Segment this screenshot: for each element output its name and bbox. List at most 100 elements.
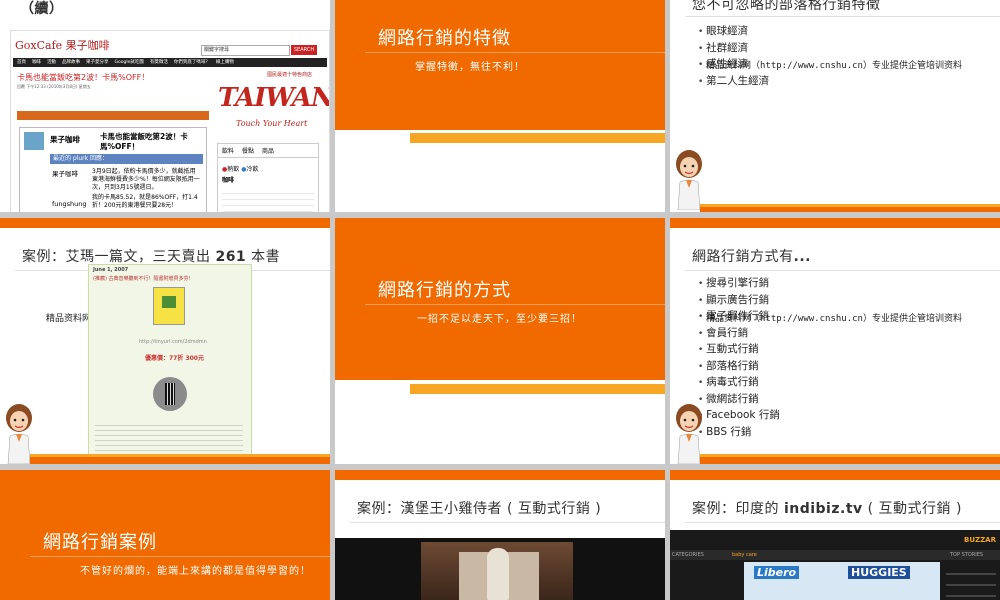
nav-item[interactable]: Google試吃團 <box>115 58 144 67</box>
nav-item[interactable]: 果子愛分享 <box>86 58 109 67</box>
top-accent <box>0 218 330 228</box>
bullet-item: 互動式行銷 <box>698 342 780 359</box>
search-button[interactable]: SEARCH <box>291 45 317 55</box>
plurk-box: 果子咖啡 卡馬也能當飯吃第2波！卡馬%OFF！ 最近的 plurk 回應： 果子… <box>19 127 207 212</box>
title-suffix: ( 互動式行銷 ) <box>862 501 962 517</box>
section-title: 網路行銷案例 <box>43 532 157 553</box>
ad-slogan: Touch Your Heart <box>236 119 308 128</box>
blog-price: 優惠價：77折 300元 <box>145 355 204 362</box>
nav-item[interactable]: 首頁 <box>17 58 26 67</box>
bottom-accent <box>700 207 1000 212</box>
title-rule <box>685 522 1000 523</box>
slide-title: 網路行銷方式有... <box>692 246 811 266</box>
nav-item[interactable]: 你們到底了嗎啡？ <box>174 58 210 67</box>
video-screenshot[interactable] <box>335 538 665 600</box>
bullet-item: 會員行銷 <box>698 326 780 343</box>
cd-image <box>153 377 187 411</box>
title-prefix: 網路行銷方式有 <box>692 249 794 265</box>
ad-brand: TAIWAN <box>218 83 330 113</box>
title-suffix: 本書 <box>246 249 281 265</box>
search-input[interactable]: 關鍵字搜尋 <box>201 45 290 56</box>
nav-item[interactable]: 活動 <box>47 58 56 67</box>
nav-item[interactable]: baby care <box>732 552 757 558</box>
reply-text: 3月9日起，依約卡馬價多少，就截抵用東港海鮮餐費多少%！每位網友限抵用一次，只到… <box>92 168 200 191</box>
widget-tab[interactable]: 飲料 <box>222 146 234 155</box>
plurk-text: 卡馬也能當飯吃第2波！卡馬%OFF！ <box>100 132 188 151</box>
watermark: 精品资料网（http://www.cnshu.cn）专业提供企管培训资料 <box>706 61 962 71</box>
widget-label: 熱飲 <box>227 166 240 173</box>
bullet-item: Facebook 行銷 <box>698 408 780 425</box>
bullet-item: 部落格行銷 <box>698 359 780 376</box>
title-prefix: 案例：印度的 <box>692 501 784 517</box>
slide-thumbnail-5[interactable]: 網路行銷的方式 一招不足以走天下，至少要三招！ <box>335 218 665 464</box>
website-screenshot: GoxCafe 果子咖啡 關鍵字搜尋 SEARCH 首頁 咖啡 活動 品牌故事 果子愛分… <box>10 30 330 212</box>
blog-link[interactable]: http://tinyurl.com/2dmdmn <box>139 339 207 345</box>
nav-item[interactable]: TOP STORIES <box>950 552 983 558</box>
nav-item[interactable]: CATEGORIES <box>672 552 704 558</box>
site-nav: CATEGORIES baby care TOP STORIES <box>670 550 1000 560</box>
orange-bar <box>17 111 209 120</box>
plurk-bar: 最近的 plurk 回應： <box>50 154 203 164</box>
title-rule <box>30 556 330 557</box>
widget-tab[interactable]: 商品 <box>262 146 274 155</box>
slide-thumbnail-1[interactable]: （續） GoxCafe 果子咖啡 關鍵字搜尋 SEARCH 首頁 咖啡 活動 品牌故事… <box>0 0 330 212</box>
slide-thumbnail-3[interactable]: 您不可忽略的部落格行銷特徵 眼球經濟社群經濟感性經濟第二人生經濟 精品资料网（h… <box>670 0 1000 212</box>
brand-label: HUGGIES <box>848 566 910 579</box>
reply-user: fungshung <box>52 200 87 208</box>
bottom-accent <box>30 457 330 464</box>
blog-date: June 1, 2007 <box>93 267 129 273</box>
bullet-item: 微網誌行銷 <box>698 392 780 409</box>
site-nav: 首頁 咖啡 活動 品牌故事 果子愛分享 Google試吃團 有獎徵活 你們到底了嗎啡？ 線上購物 <box>13 58 327 67</box>
slide-thumbnail-4[interactable]: 案例：艾瑪一篇文，三天賣出 261 本書 精品资料网（ht June 1, 20… <box>0 218 330 464</box>
book-cover <box>153 287 185 325</box>
title-rule <box>685 270 1000 271</box>
nav-item[interactable]: 品牌故事 <box>62 58 80 67</box>
brand-label: Libero <box>754 566 800 579</box>
blog-screenshot: June 1, 2007 (推薦) 古典音樂聽到不行！隨書附贈貝多芬！ http… <box>88 264 252 464</box>
bullet-item: 病毒式行銷 <box>698 375 780 392</box>
post-headline[interactable]: 卡馬也能當飯吃第2波！卡馬%OFF！ <box>17 72 149 83</box>
slide-title: 案例：艾瑪一篇文，三天賣出 261 本書 <box>22 246 280 266</box>
bullet-item: 眼球經濟 <box>698 24 769 41</box>
top-accent <box>670 218 1000 228</box>
title-rule <box>365 304 665 305</box>
site-logo: GoxCafe 果子咖啡 <box>15 39 110 52</box>
slide-thumbnail-2[interactable]: 網路行銷的特徵 掌握特徵，無往不利！ <box>335 0 665 212</box>
bullet-list: 眼球經濟社群經濟感性經濟第二人生經濟 <box>698 24 769 90</box>
menu-widget: 飲料 餐點 商品 ●熱飲 ●冷飲 咖啡 <box>217 143 319 212</box>
ad-title: 國民最適十特色商店 <box>266 72 312 78</box>
taiwan-ad[interactable]: 國民最適十特色商店 TAIWAN Touch Your Heart <box>216 69 329 139</box>
bullet-item: 顯示廣告行銷 <box>698 293 780 310</box>
section-title: 網路行銷的方式 <box>378 280 511 301</box>
slide-thumbnail-7[interactable]: 網路行銷案例 不管好的爛的，能端上來講的都是值得學習的！ <box>0 470 330 600</box>
slide-thumbnail-9[interactable]: 案例：印度的 indibiz.tv ( 互動式行銷 ) BUZZAR CATEG… <box>670 470 1000 600</box>
thumb-list <box>946 564 996 598</box>
nav-item[interactable]: 線上購物 <box>216 58 234 67</box>
product-video: Libero HUGGIES <box>744 562 940 600</box>
accent-bar <box>410 384 665 394</box>
bullet-item: 搜尋引擎行銷 <box>698 276 780 293</box>
widget-label: 冷飲 <box>246 166 259 173</box>
title-rule <box>365 52 665 53</box>
title-bold: ... <box>793 249 811 265</box>
nav-item[interactable]: 有獎徵活 <box>150 58 168 67</box>
slide-thumbnail-6[interactable]: 網路行銷方式有... 搜尋引擎行銷顯示廣告行銷電子郵件行銷會員行銷互動式行銷部落… <box>670 218 1000 464</box>
widget-tab[interactable]: 餐點 <box>242 146 254 155</box>
bullet-item: BBS 行銷 <box>698 425 780 442</box>
top-accent <box>670 470 1000 480</box>
bullet-item: 社群經濟 <box>698 41 769 58</box>
slide-title: （續） <box>20 1 64 17</box>
title-rule <box>685 16 1000 17</box>
title-prefix: 案例：艾瑪一篇文，三天賣出 <box>22 249 216 265</box>
widget-tabs: 飲料 餐點 商品 <box>218 144 318 158</box>
bullet-list: 搜尋引擎行銷顯示廣告行銷電子郵件行銷會員行銷互動式行銷部落格行銷病毒式行銷微網誌… <box>698 276 780 441</box>
slide-title: 案例：印度的 indibiz.tv ( 互動式行銷 ) <box>692 498 962 518</box>
post-meta: 回覆 下午12:33 (2010年3月8日) 星期五 <box>17 84 91 89</box>
slide-thumbnail-8[interactable]: 案例：漢堡王小雞侍者 ( 互動式行銷 ) <box>335 470 665 600</box>
bullet-item: 第二人生經濟 <box>698 74 769 91</box>
website-screenshot[interactable]: BUZZAR CATEGORIES baby care TOP STORIES … <box>670 530 1000 600</box>
section-title: 網路行銷的特徵 <box>378 28 511 49</box>
nav-item[interactable]: 咖啡 <box>32 58 41 67</box>
title-bold: 261 <box>215 249 247 265</box>
bottom-accent <box>700 457 1000 464</box>
